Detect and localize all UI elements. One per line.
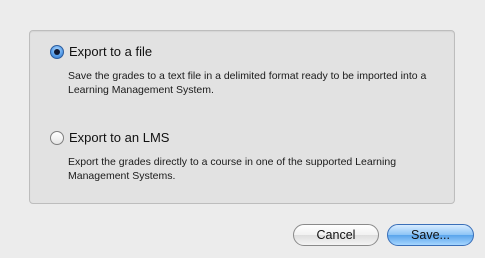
- save-button[interactable]: Save...: [387, 224, 474, 246]
- export-options-group: Export to a file Save the grades to a te…: [29, 30, 455, 204]
- export-to-file-option[interactable]: Export to a file: [50, 44, 152, 59]
- export-dialog: Export to a file Save the grades to a te…: [0, 0, 485, 258]
- export-to-lms-description: Export the grades directly to a course i…: [68, 156, 397, 182]
- cancel-button[interactable]: Cancel: [293, 224, 379, 246]
- export-to-file-description: Save the grades to a text file in a deli…: [68, 70, 427, 96]
- export-to-file-radio[interactable]: [50, 44, 64, 59]
- export-to-lms-radio[interactable]: [50, 130, 64, 145]
- export-to-lms-label[interactable]: Export to an LMS: [69, 130, 169, 145]
- export-to-lms-option[interactable]: Export to an LMS: [50, 130, 169, 145]
- export-to-file-label[interactable]: Export to a file: [69, 44, 152, 59]
